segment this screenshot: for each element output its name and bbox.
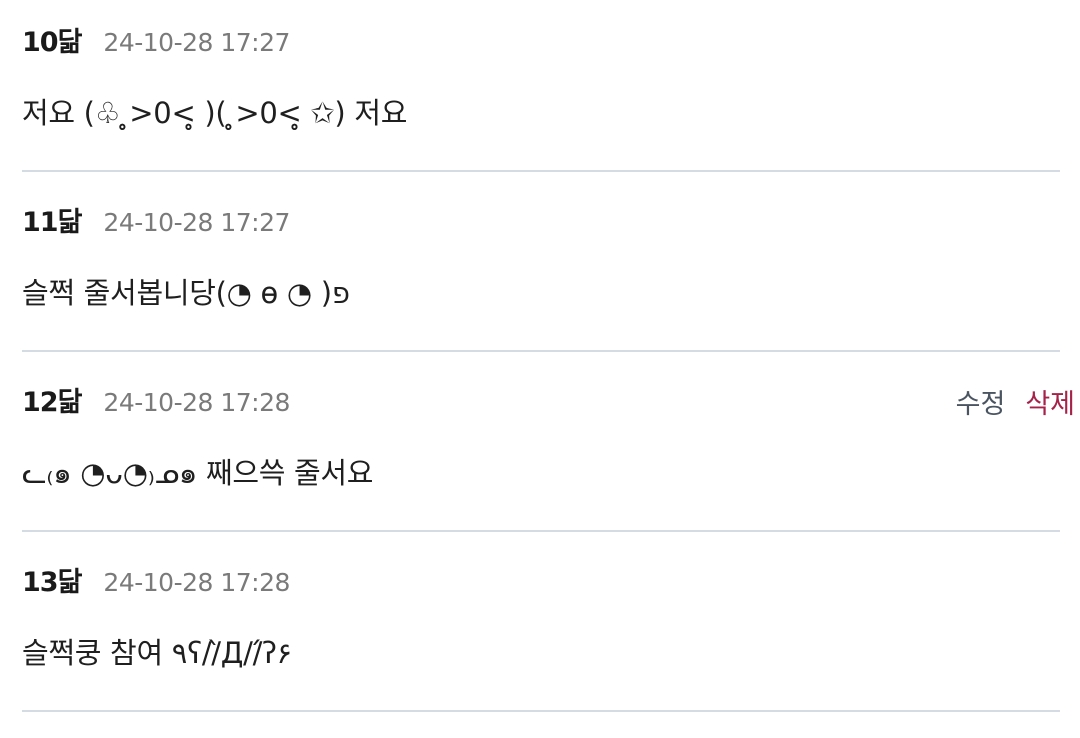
comment-author[interactable]: 12닮 — [22, 380, 82, 419]
comment-meta: 13닮 24-10-28 17:28 — [22, 560, 290, 600]
comment-item: 13닮 24-10-28 17:28 슬쩍쿵 참여 ٩ʕ//̀Д//́ʔ۶ — [0, 540, 1080, 720]
comment-list: 10닮 24-10-28 17:27 저요 (♧ ̥̥>0<̥̥ )( ̥̥>0… — [0, 0, 1080, 720]
comment-author[interactable]: 13닮 — [22, 560, 82, 599]
comment-text: ᓚ₍๑ ◔ᴗ◔₎ᓄ๑ 째으쓱 줄서요 — [22, 456, 374, 490]
comment-timestamp: 24-10-28 17:28 — [103, 568, 290, 597]
comment-divider — [22, 710, 1060, 712]
comment-actions: 수정 삭제 — [956, 382, 1075, 421]
comment-divider — [22, 530, 1060, 532]
comment-text: 저요 (♧ ̥̥>0<̥̥ )( ̥̥>0<̥̥ ✩) 저요 — [22, 96, 408, 130]
comment-divider — [22, 170, 1060, 172]
comment-timestamp: 24-10-28 17:27 — [103, 28, 290, 57]
delete-button[interactable]: 삭제 — [1025, 382, 1075, 421]
comment-author[interactable]: 11닮 — [22, 200, 82, 239]
edit-button[interactable]: 수정 — [956, 382, 1006, 421]
comment-timestamp: 24-10-28 17:27 — [103, 208, 290, 237]
comment-item: 11닮 24-10-28 17:27 슬쩍 줄서봅니당(◔ ɵ ◔ )פ — [0, 180, 1080, 360]
comment-item: 10닮 24-10-28 17:27 저요 (♧ ̥̥>0<̥̥ )( ̥̥>0… — [0, 0, 1080, 180]
comment-text: 슬쩍 줄서봅니당(◔ ɵ ◔ )פ — [22, 276, 350, 310]
comment-author[interactable]: 10닮 — [22, 20, 82, 59]
comment-meta: 11닮 24-10-28 17:27 — [22, 200, 290, 240]
comment-divider — [22, 350, 1060, 352]
comment-meta: 10닮 24-10-28 17:27 — [22, 20, 290, 60]
comment-meta: 12닮 24-10-28 17:28 — [22, 380, 290, 420]
comment-timestamp: 24-10-28 17:28 — [103, 388, 290, 417]
comment-item: 12닮 24-10-28 17:28 수정 삭제 ᓚ₍๑ ◔ᴗ◔₎ᓄ๑ 째으쓱 … — [0, 360, 1080, 540]
comment-text: 슬쩍쿵 참여 ٩ʕ//̀Д//́ʔ۶ — [22, 636, 293, 670]
